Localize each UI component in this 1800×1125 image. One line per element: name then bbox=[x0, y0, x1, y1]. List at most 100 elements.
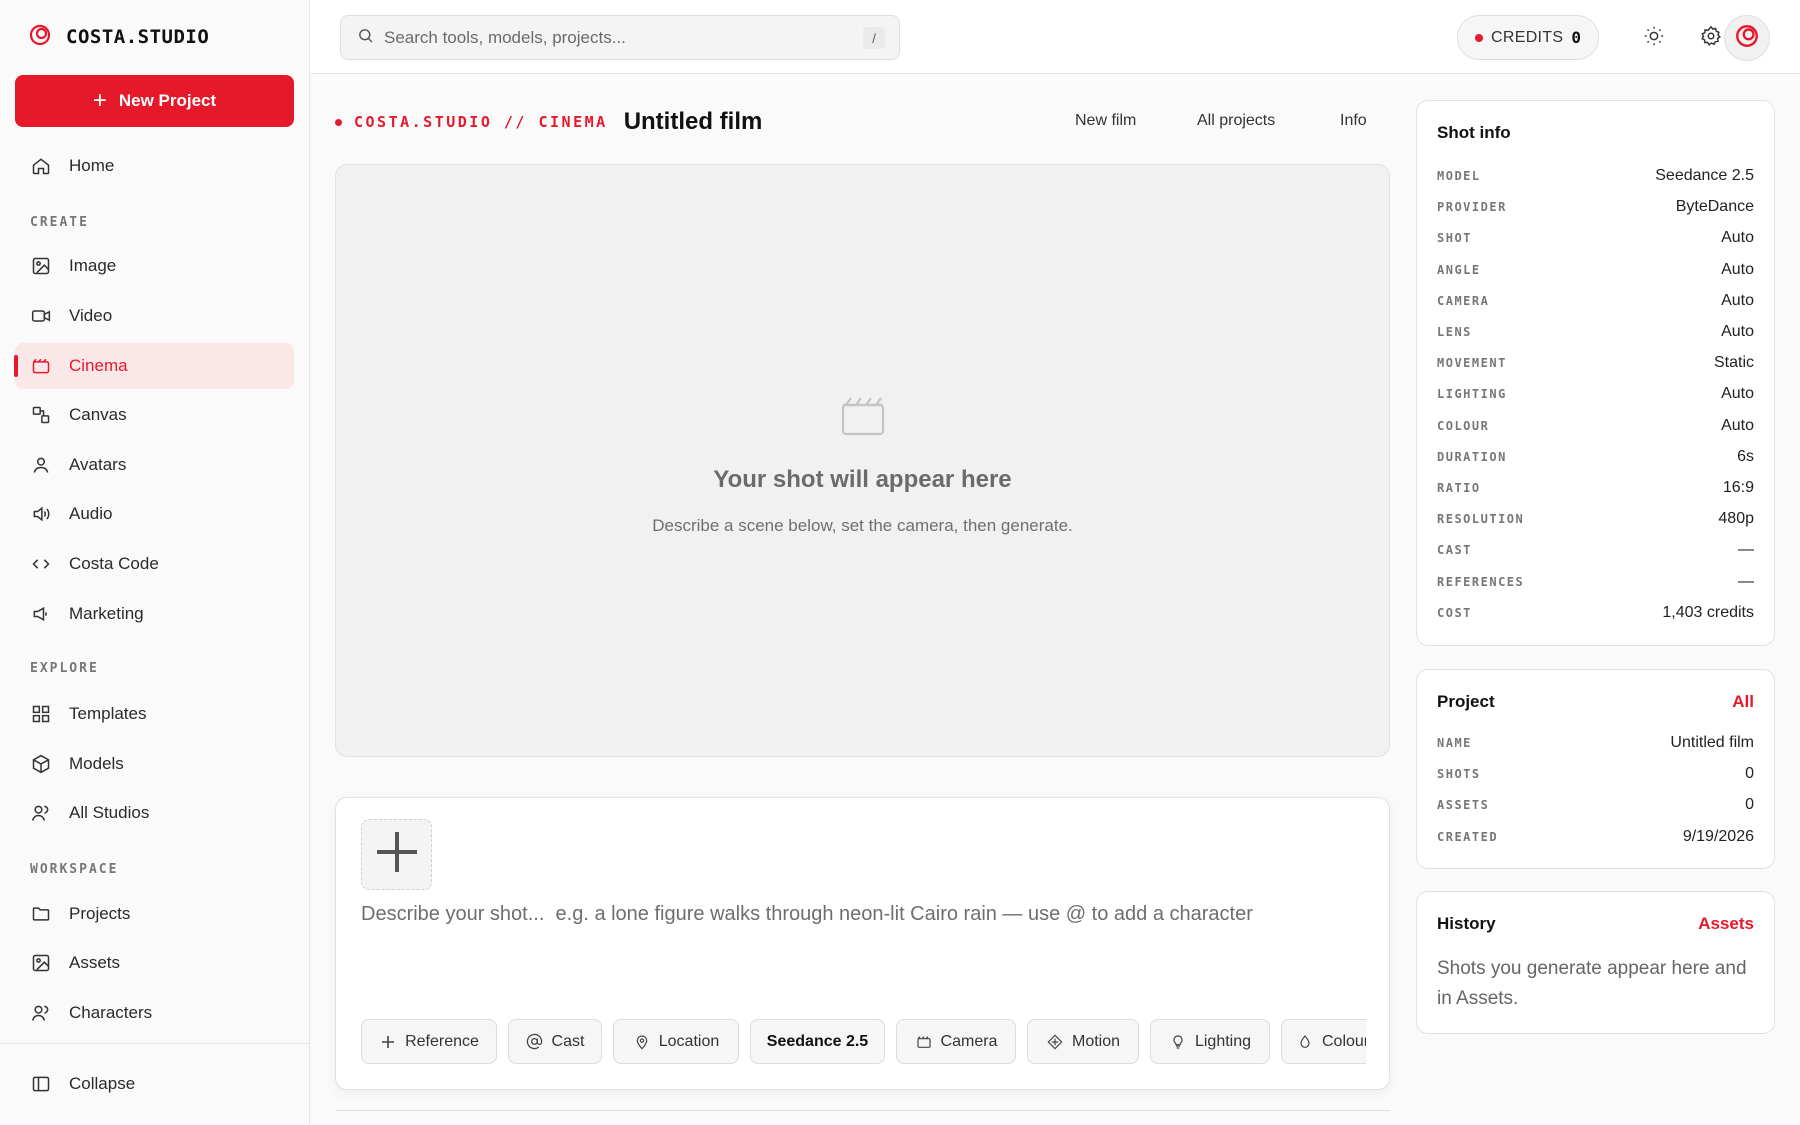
avatar[interactable] bbox=[1724, 15, 1770, 61]
status-dot bbox=[335, 118, 342, 126]
info-value: Static bbox=[1713, 354, 1754, 372]
credits-label: CREDITS bbox=[1491, 28, 1564, 46]
gear-icon bbox=[1700, 25, 1722, 52]
info-value: 1,403 credits bbox=[1662, 603, 1754, 621]
sidebar-item-templates[interactable]: Templates bbox=[15, 691, 294, 737]
sidebar-item-home[interactable]: Home bbox=[15, 143, 294, 189]
sidebar-item-image[interactable]: Image bbox=[15, 243, 294, 289]
preview-subtitle: Describe a scene below, set the camera, … bbox=[652, 516, 1073, 535]
theme-toggle-button[interactable] bbox=[1634, 18, 1674, 58]
collapse-button[interactable]: Collapse bbox=[15, 1061, 294, 1107]
info-value: 0 bbox=[1745, 796, 1754, 814]
sun-icon bbox=[1643, 25, 1665, 52]
chip-label: Reference bbox=[405, 1032, 479, 1050]
breadcrumb: COSTA.STUDIO // CINEMA Untitled film bbox=[335, 108, 762, 136]
motion-chip[interactable]: Motion bbox=[1027, 1019, 1139, 1064]
shot-info-panel: Shot info MODEL Seedance 2.5 PROVIDER ByteD… bbox=[1416, 100, 1775, 646]
image-icon bbox=[29, 951, 53, 975]
search-box[interactable]: / bbox=[340, 15, 900, 60]
sidebar-item-marketing[interactable]: Marketing bbox=[15, 591, 294, 637]
info-value: Untitled film bbox=[1670, 734, 1754, 751]
info-value: 16:9 bbox=[1722, 479, 1754, 496]
sidebar-item-label: Templates bbox=[69, 704, 147, 723]
new-film-link[interactable]: New film bbox=[1075, 112, 1136, 130]
info-row: REFERENCES — bbox=[1437, 571, 1754, 593]
sidebar-item-label: Image bbox=[69, 256, 117, 275]
sidebar-item-audio[interactable]: Audio bbox=[15, 491, 294, 537]
sidebar-item-projects[interactable]: Projects bbox=[15, 891, 294, 937]
reference-chip[interactable]: Reference bbox=[361, 1019, 497, 1064]
all-projects-link[interactable]: All projects bbox=[1197, 112, 1275, 130]
sidebar-item-all-studios[interactable]: All Studios bbox=[15, 790, 294, 836]
sidebar-item-label: Cinema bbox=[69, 356, 128, 375]
info-key: RESOLUTION bbox=[1437, 512, 1525, 527]
search-shortcut: / bbox=[863, 27, 885, 49]
info-key: CAMERA bbox=[1437, 293, 1490, 308]
info-value: Auto bbox=[1721, 416, 1754, 434]
sidebar-item-canvas[interactable]: Canvas bbox=[15, 392, 294, 438]
shot-preview: Your shot will appear here Describe a sc… bbox=[335, 164, 1390, 757]
info-key: SHOT bbox=[1437, 231, 1472, 246]
all-projects-link[interactable]: All bbox=[1732, 692, 1754, 712]
sidebar-item-label: Assets bbox=[69, 953, 121, 972]
sidebar-item-avatars[interactable]: Avatars bbox=[15, 442, 294, 488]
page-title[interactable]: Untitled film bbox=[624, 108, 763, 136]
plus-icon: + bbox=[92, 87, 107, 114]
chip-label: Camera bbox=[940, 1032, 998, 1050]
chip-label: Motion bbox=[1071, 1032, 1121, 1050]
shot-prompt-input[interactable] bbox=[361, 903, 1361, 973]
assets-link[interactable]: Assets bbox=[1698, 914, 1754, 934]
colour-chip[interactable]: Colour bbox=[1281, 1019, 1366, 1064]
new-project-label: New Project bbox=[118, 91, 217, 110]
users-icon bbox=[29, 801, 53, 825]
sidebar-item-models[interactable]: Models bbox=[15, 741, 294, 787]
info-link[interactable]: Info bbox=[1340, 112, 1367, 130]
info-value: Auto bbox=[1721, 229, 1754, 247]
info-row: RESOLUTION 480p bbox=[1437, 508, 1754, 530]
info-key: MODEL bbox=[1437, 169, 1481, 183]
sidebar-item-video[interactable]: Video bbox=[15, 293, 294, 339]
chip-label: Colour bbox=[1322, 1032, 1366, 1050]
clapper-icon bbox=[915, 1033, 933, 1051]
clapper-icon bbox=[29, 354, 53, 378]
info-row: CREATED 9/19/2026 bbox=[1437, 826, 1754, 848]
speaker-icon bbox=[29, 502, 53, 526]
info-key: CAST bbox=[1437, 543, 1472, 558]
info-row: PROVIDER ByteDance bbox=[1437, 196, 1754, 218]
option-chips: Reference Cast Location Seedance 2.5 Cam… bbox=[361, 1019, 1366, 1064]
credits-value: 0 bbox=[1571, 28, 1581, 47]
info-key: REFERENCES bbox=[1437, 574, 1525, 589]
brand[interactable]: COSTA.STUDIO bbox=[28, 22, 209, 52]
info-row: NAME Untitled film bbox=[1437, 732, 1754, 754]
camera-chip[interactable]: Camera bbox=[896, 1019, 1016, 1064]
new-project-button[interactable]: + New Project bbox=[15, 75, 294, 127]
sidebar-divider bbox=[0, 1043, 310, 1044]
credits-badge[interactable]: CREDITS 0 bbox=[1457, 15, 1599, 60]
add-media-button[interactable] bbox=[361, 819, 432, 890]
info-value: Auto bbox=[1721, 291, 1754, 309]
sidebar-item-label: All Studios bbox=[69, 803, 150, 822]
info-row: ANGLE Auto bbox=[1437, 259, 1754, 281]
sidebar-toggle-icon bbox=[29, 1072, 53, 1096]
panel-title: History bbox=[1437, 914, 1496, 933]
sidebar-item-assets[interactable]: Assets bbox=[15, 940, 294, 986]
sidebar-item-cinema[interactable]: Cinema bbox=[14, 343, 294, 389]
sidebar-item-label: Models bbox=[69, 754, 124, 773]
info-key: LENS bbox=[1437, 325, 1472, 339]
info-value: 0 bbox=[1745, 765, 1754, 783]
section-workspace: WORKSPACE bbox=[30, 862, 119, 877]
topbar: / CREDITS 0 bbox=[310, 0, 1800, 74]
info-key: DURATION bbox=[1437, 449, 1507, 464]
info-key: ASSETS bbox=[1437, 798, 1490, 813]
sidebar-item-costa-code[interactable]: Costa Code bbox=[15, 541, 294, 587]
lighting-chip[interactable]: Lighting bbox=[1150, 1019, 1270, 1064]
collapse-label: Collapse bbox=[69, 1074, 136, 1093]
cast-chip[interactable]: Cast bbox=[508, 1019, 602, 1064]
search-input[interactable] bbox=[384, 27, 824, 48]
grid-icon bbox=[29, 702, 53, 726]
bulb-icon bbox=[1169, 1033, 1187, 1051]
model-chip[interactable]: Seedance 2.5 bbox=[750, 1019, 885, 1064]
sidebar-item-characters[interactable]: Characters bbox=[15, 990, 294, 1036]
history-empty-text: Shots you generate appear here and in As… bbox=[1437, 958, 1747, 1009]
location-chip[interactable]: Location bbox=[613, 1019, 739, 1064]
